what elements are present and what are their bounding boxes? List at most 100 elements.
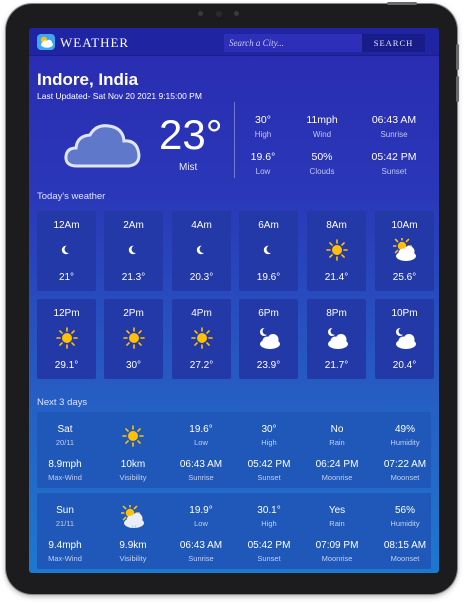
hour-card: 12Am 21° <box>37 211 96 291</box>
sun-icon <box>121 424 145 448</box>
day-stat: 9.4mph Max-Wind <box>31 540 99 563</box>
day-stat: 08:15 AM Moonset <box>371 540 439 563</box>
day-stat-label: Sunrise <box>188 554 214 563</box>
hour-card: 4Pm 27.2° <box>172 299 231 379</box>
hour-card: 10Am 25.6° <box>375 211 434 291</box>
day-stat-label: Low <box>194 519 208 528</box>
day-stat-value: 08:15 AM <box>383 540 427 551</box>
today-heading: Today's weather <box>37 191 106 202</box>
hour-temp: 29.1° <box>54 360 79 371</box>
hour-time: 8Am <box>326 220 347 231</box>
hour-time: 10Am <box>391 220 418 231</box>
hour-time: 10Pm <box>391 308 418 319</box>
day-stat-value: 05:42 PM <box>247 459 291 470</box>
sun-icon <box>122 326 146 350</box>
day-stat: 10km Visibility <box>99 459 167 482</box>
day-stat: 19.6° Low <box>167 424 235 447</box>
day-stat-label: Moonset <box>390 554 420 563</box>
hour-card: 2Pm 30° <box>104 299 163 379</box>
hour-card: 4Am 20.3° <box>172 211 231 291</box>
last-updated: Last Updated- Sat Nov 20 2021 9:15:00 PM <box>37 91 202 101</box>
day-stat: 49% Humidity <box>371 424 439 447</box>
day-stat: 05:42 PM Sunset <box>235 540 303 563</box>
day-stat-value: No <box>330 424 344 435</box>
stat-label: Sunrise <box>380 130 408 139</box>
day-stat-label: Humidity <box>390 438 420 447</box>
hour-time: 2Am <box>123 220 144 231</box>
day-stat: 07:22 AM Moonset <box>371 459 439 482</box>
app-header: WEATHER SEARCH <box>29 28 439 56</box>
hour-time: 4Am <box>191 220 212 231</box>
hour-temp: 20.4° <box>392 360 417 371</box>
hour-temp: 21° <box>58 272 75 283</box>
next-days-heading: Next 3 days <box>37 397 88 408</box>
hour-temp: 27.2° <box>189 360 214 371</box>
hour-card: 6Pm 23.9° <box>239 299 298 379</box>
weather-app-screen: WEATHER SEARCH Indore, India Last Update… <box>29 28 439 573</box>
hour-temp: 20.3° <box>189 272 214 283</box>
day-stat: 07:09 PM Moonrise <box>303 540 371 563</box>
day-stat: 9.9km Visibility <box>99 540 167 563</box>
volume-up-button <box>456 44 459 70</box>
hour-time: 6Pm <box>258 308 279 319</box>
day-stat: 19.9° Low <box>167 505 235 528</box>
hour-temp: 30° <box>125 360 142 371</box>
day-stat-value: 30.1° <box>257 505 281 516</box>
moon-icon <box>190 238 214 262</box>
app-title: WEATHER <box>60 35 130 50</box>
day-stat-value: Yes <box>328 505 346 516</box>
day-stat: 06:43 AM Sunrise <box>167 459 235 482</box>
day-row: Sun 21/11 19.9° Low 30.1° High Yes Rain … <box>37 493 431 569</box>
day-stat-label: High <box>261 519 277 528</box>
day-name: Sat <box>57 424 73 435</box>
search-button[interactable]: SEARCH <box>362 34 425 52</box>
moon-icon <box>55 238 79 262</box>
city-name: Indore, India <box>37 70 139 89</box>
hour-card: 10Pm 20.4° <box>375 299 434 379</box>
hour-time: 2Pm <box>123 308 144 319</box>
day-stat-value: 9.9km <box>119 540 147 551</box>
moon-cloud-icon <box>393 326 417 350</box>
stat-value: 06:43 AM <box>371 114 417 126</box>
volume-down-button <box>456 76 459 102</box>
hour-time: 8Pm <box>326 308 347 319</box>
hour-temp: 21.3° <box>121 272 146 283</box>
sensor-dot <box>198 11 203 16</box>
search-input[interactable] <box>224 34 362 52</box>
day-name: Sun <box>56 505 74 516</box>
sun-rain-cloud-icon <box>120 503 145 529</box>
day-stat-value: 8.9mph <box>48 459 82 470</box>
sun-icon <box>325 238 349 262</box>
day-stat-value: 30° <box>261 424 277 435</box>
moon-cloud-icon <box>257 326 281 350</box>
stat-sunset: 05:42 PM Sunset <box>358 151 430 176</box>
stat-label: Sunset <box>381 167 407 176</box>
hour-card: 8Am 21.4° <box>307 211 366 291</box>
hour-temp: 25.6° <box>392 272 417 283</box>
day-stat: Yes Rain <box>303 505 371 528</box>
stat-label: Clouds <box>309 167 335 176</box>
day-stat-label: Sunset <box>257 473 281 482</box>
day-stat-value: 19.9° <box>189 505 213 516</box>
day-stat-label: Rain <box>329 438 345 447</box>
moon-cloud-icon <box>325 326 349 350</box>
day-stat-label: Sunrise <box>188 473 214 482</box>
current-condition: Mist <box>179 162 198 173</box>
day-stat-value: 07:09 PM <box>315 540 359 551</box>
day-stat-label: Moonset <box>390 473 420 482</box>
hour-card: 6Am 19.6° <box>239 211 298 291</box>
stat-clouds: 50% Clouds <box>286 151 358 176</box>
hour-card: 12Pm 29.1° <box>37 299 96 379</box>
hour-time: 6Am <box>258 220 279 231</box>
hour-temp: 23.9° <box>256 360 281 371</box>
day-stat-label: Humidity <box>390 519 420 528</box>
day-stat-value: 49% <box>394 424 415 435</box>
cloud-icon <box>63 122 145 177</box>
day-stat: 05:42 PM Sunset <box>235 459 303 482</box>
stat-value: 50% <box>311 151 333 163</box>
hour-time: 4Pm <box>191 308 212 319</box>
day-row: Sat 20/11 19.6° Low 30° High No Rain 49%… <box>37 412 431 488</box>
day-stat: 06:43 AM Sunrise <box>167 540 235 563</box>
sun-icon <box>190 326 214 350</box>
day-stat-label: Max-Wind <box>48 554 82 563</box>
